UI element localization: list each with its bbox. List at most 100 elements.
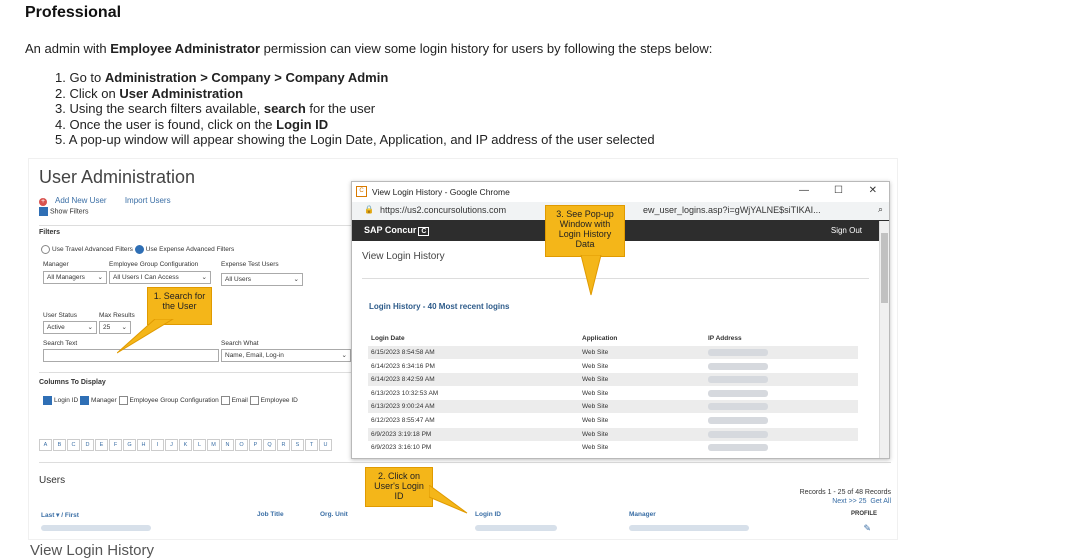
etu-select[interactable]: All Users ⌄ bbox=[221, 273, 303, 286]
redacted-ip bbox=[708, 417, 768, 424]
callout-search-pointer bbox=[117, 319, 174, 354]
view-login-history-heading: View Login History bbox=[362, 251, 445, 262]
divider bbox=[39, 225, 367, 226]
step-item: 2. Click on User Administration bbox=[55, 86, 655, 102]
user-status-select[interactable]: Active ⌄ bbox=[43, 321, 97, 334]
col-manager[interactable]: Manager bbox=[629, 511, 656, 518]
url-right: ew_user_logins.asp?i=gWjYALNE$siTIKAI... bbox=[643, 205, 821, 215]
edit-profile-icon[interactable]: ✎ bbox=[863, 523, 871, 534]
records-info: Records 1 - 25 of 48 Records Next >> 25 … bbox=[800, 488, 891, 506]
manager-value: All Managers bbox=[47, 274, 85, 281]
login-row: 6/14/2023 6:34:16 PM Web Site bbox=[368, 360, 858, 373]
chevron-down-icon: ⌄ bbox=[87, 324, 93, 331]
alpha-letter[interactable]: Q bbox=[263, 439, 276, 451]
import-users-link[interactable]: Import Users bbox=[125, 196, 171, 205]
minimize-icon[interactable]: — bbox=[799, 185, 809, 196]
search-what-select[interactable]: Name, Email, Log-in ⌄ bbox=[221, 349, 351, 362]
col-application: Application bbox=[582, 335, 618, 342]
scrollbar[interactable] bbox=[879, 221, 889, 458]
alpha-letter[interactable]: C bbox=[67, 439, 80, 451]
alpha-letter[interactable]: S bbox=[291, 439, 304, 451]
max-results-value: 25 bbox=[103, 324, 111, 331]
advanced-filter-radios[interactable]: Use Travel Advanced Filters Use Expense … bbox=[41, 245, 234, 254]
col-job-title[interactable]: Job Title bbox=[257, 511, 284, 518]
page-title: Professional bbox=[25, 4, 122, 21]
step-bold: User Administration bbox=[119, 85, 244, 101]
concur-c-icon: C bbox=[418, 227, 430, 236]
search-what-value: Name, Email, Log-in bbox=[225, 352, 284, 359]
divider bbox=[362, 278, 869, 279]
alpha-letter[interactable]: H bbox=[137, 439, 150, 451]
chevron-down-icon: ⌄ bbox=[293, 276, 299, 283]
intro-prefix: An admin with bbox=[25, 41, 111, 56]
alpha-letter[interactable]: L bbox=[193, 439, 206, 451]
alpha-letter[interactable]: U bbox=[319, 439, 332, 451]
alpha-letter[interactable]: A bbox=[39, 439, 52, 451]
popup-window-title: View Login History - Google Chrome bbox=[372, 187, 510, 197]
radio-travel-label: Use Travel Advanced Filters bbox=[52, 246, 133, 254]
col-login-id[interactable]: Login ID bbox=[475, 511, 501, 518]
manager-select[interactable]: All Managers ⌄ bbox=[43, 271, 107, 284]
alpha-letter[interactable]: B bbox=[53, 439, 66, 451]
step-text: A pop-up window will appear showing the … bbox=[68, 132, 655, 147]
etu-value: All Users bbox=[225, 276, 252, 283]
redacted-login-id[interactable] bbox=[475, 525, 557, 531]
add-new-user-label: Add New User bbox=[55, 196, 107, 205]
scroll-thumb[interactable] bbox=[881, 233, 888, 303]
alpha-letter[interactable]: M bbox=[207, 439, 220, 451]
col-last-first[interactable]: Last ▾ / First bbox=[41, 511, 79, 519]
step-bold: Administration > Company > Company Admin bbox=[104, 70, 389, 85]
col-org-unit[interactable]: Org. Unit bbox=[320, 511, 348, 518]
column-login-id: Login ID bbox=[54, 397, 79, 405]
checkbox-checked-icon bbox=[80, 396, 90, 405]
egc-value: All Users I Can Access bbox=[113, 274, 179, 281]
login-history-heading: Login History - 40 Most recent logins bbox=[369, 302, 510, 311]
close-icon[interactable]: ✕ bbox=[869, 185, 877, 196]
redacted-ip bbox=[708, 389, 768, 397]
alpha-letter[interactable]: J bbox=[165, 439, 178, 451]
alpha-letter[interactable]: E bbox=[95, 439, 108, 451]
checkbox-icon bbox=[220, 396, 230, 405]
columns-checkboxes[interactable]: Login ID Manager Employee Group Configur… bbox=[43, 396, 298, 405]
show-filters-label: Show Filters bbox=[50, 208, 89, 216]
alpha-letter[interactable]: R bbox=[277, 439, 290, 451]
manager-label: Manager bbox=[43, 261, 69, 268]
search-what-label: Search What bbox=[221, 340, 259, 347]
egc-select[interactable]: All Users I Can Access ⌄ bbox=[109, 271, 211, 284]
step-item: 3. Using the search filters available, s… bbox=[55, 101, 655, 117]
sign-out-link[interactable]: Sign Out bbox=[831, 226, 862, 235]
column-egc: Employee Group Configuration bbox=[129, 397, 219, 405]
show-filters-checkbox[interactable]: Show Filters bbox=[39, 207, 89, 216]
alpha-letter[interactable]: N bbox=[221, 439, 234, 451]
alpha-letter[interactable]: D bbox=[81, 439, 94, 451]
alpha-letter[interactable]: P bbox=[249, 439, 262, 451]
step-number: 5. bbox=[55, 132, 69, 147]
login-row: 6/13/2023 10:32:53 AM Web Site bbox=[368, 387, 858, 400]
maximize-icon[interactable]: ☐ bbox=[834, 185, 843, 196]
zoom-icon[interactable]: ⌕ bbox=[878, 204, 883, 215]
login-row: 6/15/2023 8:54:58 AM Web Site bbox=[368, 346, 858, 359]
user-admin-screenshot: User Administration + Add New User Import… bbox=[28, 158, 898, 540]
alpha-letter[interactable]: K bbox=[179, 439, 192, 451]
radio-expense-label: Use Expense Advanced Filters bbox=[145, 246, 235, 254]
checkbox-icon bbox=[249, 396, 259, 405]
url-left: https://us2.concursolutions.com bbox=[380, 205, 507, 215]
chevron-down-icon: ⌄ bbox=[201, 274, 207, 281]
step-number: 4. bbox=[55, 116, 70, 132]
alpha-letter[interactable]: T bbox=[305, 439, 318, 451]
alpha-letter[interactable]: G bbox=[123, 439, 136, 451]
user-status-label: User Status bbox=[43, 312, 77, 319]
get-all-link[interactable]: Get All bbox=[870, 498, 891, 505]
add-new-user-link[interactable]: + Add New User bbox=[39, 196, 115, 206]
login-application: Web Site bbox=[582, 444, 609, 452]
intro-suffix: permission can view some login history f… bbox=[260, 41, 713, 56]
chevron-down-icon: ⌄ bbox=[97, 274, 103, 281]
login-row: 6/9/2023 3:19:18 PM Web Site bbox=[368, 427, 858, 441]
user-status-value: Active bbox=[47, 324, 65, 331]
col-login-date: Login Date bbox=[371, 335, 405, 342]
next-link[interactable]: Next >> 25 bbox=[832, 498, 866, 505]
alpha-letter[interactable]: F bbox=[109, 439, 122, 451]
radio-selected-icon bbox=[134, 245, 144, 254]
alpha-letter[interactable]: I bbox=[151, 439, 164, 451]
alpha-letter[interactable]: O bbox=[235, 439, 248, 451]
